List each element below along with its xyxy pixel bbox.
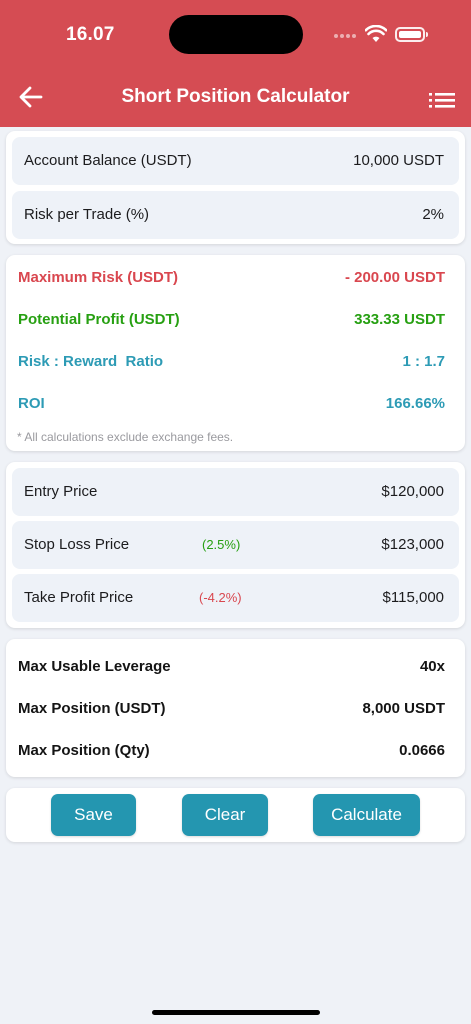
clear-button[interactable]: Clear xyxy=(182,794,268,836)
wifi-icon xyxy=(365,25,387,42)
max-risk-label: Maximum Risk (USDT) xyxy=(18,269,179,286)
cellular-signal-icon xyxy=(334,34,356,38)
prices-card: Entry Price $120,000 Stop Loss Price (2.… xyxy=(6,462,465,628)
risk-per-trade-field[interactable]: Risk per Trade (%) 2% xyxy=(12,191,459,239)
max-position-usdt-value: 8,000 USDT xyxy=(362,700,445,717)
home-indicator xyxy=(152,1010,320,1015)
stop-loss-percent: (2.5%) xyxy=(202,537,241,552)
max-position-usdt-row: Max Position (USDT) 8,000 USDT xyxy=(18,700,445,720)
account-balance-field[interactable]: Account Balance (USDT) 10,000 USDT xyxy=(12,137,459,185)
stop-loss-label: Stop Loss Price xyxy=(24,536,130,553)
roi-row: ROI 166.66% xyxy=(18,395,445,415)
dynamic-island xyxy=(169,15,303,54)
max-position-qty-value: 0.0666 xyxy=(399,742,445,759)
risk-reward-row: Risk : Reward Ratio 1 : 1.7 xyxy=(18,353,445,373)
list-menu-icon[interactable] xyxy=(428,90,456,110)
stop-loss-value: $123,000 xyxy=(381,536,444,553)
account-inputs-card: Account Balance (USDT) 10,000 USDT Risk … xyxy=(6,131,465,244)
take-profit-label: Take Profit Price xyxy=(24,589,134,606)
entry-price-field[interactable]: Entry Price $120,000 xyxy=(12,468,459,516)
account-balance-value: 10,000 USDT xyxy=(353,152,444,169)
account-balance-label: Account Balance (USDT) xyxy=(24,152,192,169)
take-profit-value: $115,000 xyxy=(382,589,444,606)
battery-icon xyxy=(395,27,428,42)
max-position-qty-label: Max Position (Qty) xyxy=(18,742,150,759)
roi-value: 166.66% xyxy=(385,395,445,412)
max-risk-row: Maximum Risk (USDT) - 200.00 USDT xyxy=(18,269,445,289)
risk-reward-value: 1 : 1.7 xyxy=(402,353,445,370)
roi-label: ROI xyxy=(18,395,45,412)
max-leverage-label: Max Usable Leverage xyxy=(18,658,171,675)
risk-reward-label: Risk : Reward Ratio xyxy=(18,353,164,370)
leverage-card: Max Usable Leverage 40x Max Position (US… xyxy=(6,639,465,777)
actions-card: Save Clear Calculate xyxy=(6,788,465,842)
entry-price-value: $120,000 xyxy=(381,483,444,500)
max-position-usdt-label: Max Position (USDT) xyxy=(18,700,166,717)
status-time: 16.07 xyxy=(66,24,115,45)
take-profit-field[interactable]: Take Profit Price (-4.2%) $115,000 xyxy=(12,574,459,622)
stop-loss-field[interactable]: Stop Loss Price (2.5%) $123,000 xyxy=(12,521,459,569)
max-leverage-row: Max Usable Leverage 40x xyxy=(18,658,445,678)
save-button[interactable]: Save xyxy=(51,794,136,836)
fees-note: * All calculations exclude exchange fees… xyxy=(17,430,234,444)
risk-per-trade-value: 2% xyxy=(422,206,444,223)
page-title: Short Position Calculator xyxy=(121,86,350,107)
take-profit-percent: (-4.2%) xyxy=(199,590,242,605)
calculate-button[interactable]: Calculate xyxy=(313,794,420,836)
potential-profit-row: Potential Profit (USDT) 333.33 USDT xyxy=(18,311,445,331)
max-position-qty-row: Max Position (Qty) 0.0666 xyxy=(18,742,445,762)
app-header: 16.07 Short Position Calculator xyxy=(0,0,471,127)
potential-profit-label: Potential Profit (USDT) xyxy=(18,311,180,328)
max-leverage-value: 40x xyxy=(419,658,445,675)
results-card: Maximum Risk (USDT) - 200.00 USDT Potent… xyxy=(6,255,465,451)
risk-per-trade-label: Risk per Trade (%) xyxy=(24,206,150,223)
max-risk-value: - 200.00 USDT xyxy=(344,269,445,286)
entry-price-label: Entry Price xyxy=(24,483,98,500)
potential-profit-value: 333.33 USDT xyxy=(354,311,445,328)
